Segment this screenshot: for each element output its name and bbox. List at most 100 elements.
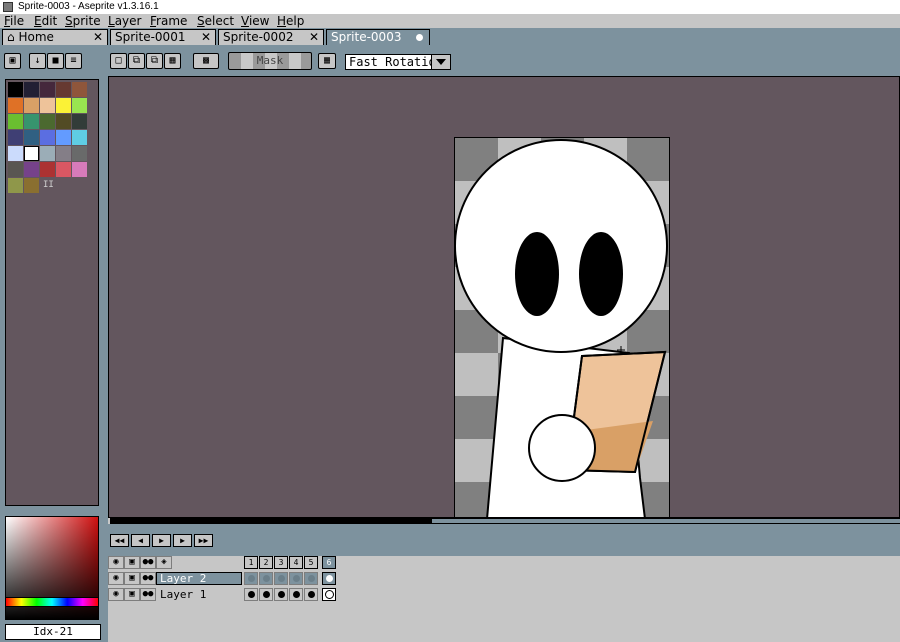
eye-icon[interactable]: ◉	[108, 556, 124, 569]
cel-empty[interactable]	[304, 572, 318, 585]
mask-color-button[interactable]: Mask	[228, 52, 312, 70]
frame-header-5[interactable]: 5	[304, 556, 318, 569]
palette-swatch[interactable]	[72, 130, 87, 145]
frame-header-6[interactable]: 6	[322, 556, 336, 569]
previous-frame-icon[interactable]: ◀	[131, 534, 150, 547]
cel-empty[interactable]	[289, 572, 303, 585]
palette-swatch[interactable]	[40, 82, 55, 97]
last-frame-icon[interactable]: ▶▶	[194, 534, 213, 547]
lock-icon[interactable]: ▣	[4, 53, 21, 69]
continuous-icon[interactable]: ●●	[140, 556, 156, 569]
cel-filled[interactable]	[244, 588, 258, 601]
scrollbar-thumb[interactable]	[432, 519, 900, 523]
palette-swatch[interactable]	[24, 146, 39, 161]
color-index-field[interactable]: Idx-21	[5, 624, 101, 640]
cel-filled[interactable]	[289, 588, 303, 601]
pivot-icon[interactable]: ▦	[318, 53, 336, 69]
palette-swatch[interactable]	[24, 130, 39, 145]
menu-select[interactable]: Select	[197, 14, 234, 28]
palette-swatch[interactable]	[8, 146, 23, 161]
first-frame-icon[interactable]: ◀◀	[110, 534, 129, 547]
palette-swatch[interactable]	[24, 114, 39, 129]
palette-swatch[interactable]	[24, 162, 39, 177]
eye-icon[interactable]: ◉	[108, 588, 124, 601]
layer-name[interactable]: Layer 2	[156, 572, 242, 585]
palette-swatch[interactable]	[24, 178, 39, 193]
frame-header-2[interactable]: 2	[259, 556, 273, 569]
palette-swatch[interactable]	[72, 82, 87, 97]
palette-swatch[interactable]	[40, 98, 55, 113]
tab-sprite-0002[interactable]: Sprite-0002 ✕	[218, 29, 324, 45]
cel-filled[interactable]	[259, 588, 273, 601]
frame-header-3[interactable]: 3	[274, 556, 288, 569]
cel-active[interactable]	[322, 588, 336, 601]
continuous-icon[interactable]: ●●	[140, 588, 156, 601]
palette-swatch[interactable]	[8, 114, 23, 129]
selection-subtract-icon[interactable]: ⧉	[146, 53, 163, 69]
palette-swatch[interactable]	[24, 82, 39, 97]
palette-swatch[interactable]	[8, 130, 23, 145]
sprite-canvas[interactable]	[454, 137, 670, 518]
palette-swatch[interactable]	[56, 146, 71, 161]
palette-options-icon[interactable]: ≡	[65, 53, 82, 69]
palette-swatch[interactable]	[40, 146, 55, 161]
cel-active[interactable]	[322, 572, 336, 585]
menu-edit[interactable]: Edit	[34, 14, 57, 28]
menu-sprite[interactable]: Sprite	[65, 14, 101, 28]
cel-filled[interactable]	[274, 588, 288, 601]
palette-swatch[interactable]	[40, 130, 55, 145]
palette-swatch[interactable]	[56, 114, 71, 129]
frame-header-1[interactable]: 1	[244, 556, 258, 569]
palette-swatch[interactable]	[8, 178, 23, 193]
transparent-color-icon[interactable]: ▩	[193, 53, 219, 69]
menu-file[interactable]: File	[4, 14, 24, 28]
tab-home[interactable]: ⌂ Home ✕	[2, 29, 108, 45]
palette-swatch[interactable]	[72, 162, 87, 177]
sort-icon[interactable]: ■	[47, 53, 64, 69]
selection-replace-icon[interactable]: □	[110, 53, 127, 69]
palette-swatch[interactable]	[40, 162, 55, 177]
rotation-algorithm-select[interactable]: Fast Rotation	[345, 54, 451, 70]
hue-slider[interactable]	[5, 597, 99, 607]
palette-swatch[interactable]	[40, 114, 55, 129]
close-icon[interactable]: ✕	[309, 30, 319, 45]
download-arrow-icon[interactable]: ↓	[29, 53, 46, 69]
menu-help[interactable]: Help	[277, 14, 304, 28]
palette-swatch[interactable]	[8, 98, 23, 113]
next-frame-icon[interactable]: ▶	[173, 534, 192, 547]
menu-view[interactable]: View	[241, 14, 269, 28]
close-icon[interactable]: ✕	[93, 30, 103, 45]
close-icon[interactable]: ✕	[201, 30, 211, 45]
cel-empty[interactable]	[274, 572, 288, 585]
eye-icon[interactable]: ◉	[108, 572, 124, 585]
tab-sprite-0001[interactable]: Sprite-0001 ✕	[110, 29, 216, 45]
chevron-down-icon[interactable]	[431, 55, 450, 69]
lock-icon[interactable]: ▣	[124, 556, 140, 569]
palette-swatch[interactable]	[72, 146, 87, 161]
palette-swatch[interactable]	[56, 82, 71, 97]
cel-filled[interactable]	[304, 588, 318, 601]
lock-icon[interactable]: ▣	[124, 572, 140, 585]
palette-swatch[interactable]	[56, 162, 71, 177]
palette-swatch[interactable]	[24, 98, 39, 113]
cel-empty[interactable]	[244, 572, 258, 585]
cel-empty[interactable]	[259, 572, 273, 585]
layer-group-icon[interactable]: ◈	[156, 556, 172, 569]
palette-swatch[interactable]	[8, 162, 23, 177]
menu-frame[interactable]: Frame	[150, 14, 187, 28]
continuous-icon[interactable]: ●●	[140, 572, 156, 585]
palette-swatch[interactable]	[56, 98, 71, 113]
frame-header-4[interactable]: 4	[289, 556, 303, 569]
play-icon[interactable]: ▶	[152, 534, 171, 547]
palette-swatch[interactable]	[8, 82, 23, 97]
selection-add-icon[interactable]: ⧉	[128, 53, 145, 69]
palette-swatch[interactable]	[72, 114, 87, 129]
palette-swatch[interactable]	[56, 130, 71, 145]
selection-intersect-icon[interactable]: ▦	[164, 53, 181, 69]
tab-sprite-0003[interactable]: Sprite-0003	[326, 29, 430, 45]
layer-name[interactable]: Layer 1	[156, 588, 242, 601]
lock-icon[interactable]: ▣	[124, 588, 140, 601]
mask-label: Mask	[256, 54, 284, 67]
palette-swatch[interactable]	[72, 98, 87, 113]
menu-layer[interactable]: Layer	[108, 14, 141, 28]
